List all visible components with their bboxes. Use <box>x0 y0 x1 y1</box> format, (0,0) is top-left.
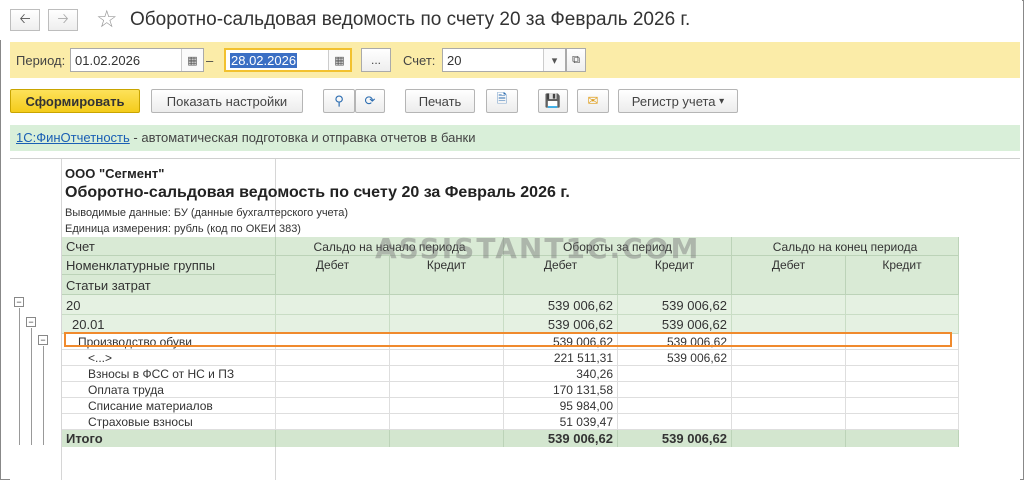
table-cell-debit: 221 511,31 <box>504 350 618 366</box>
print-button[interactable]: Печать <box>405 89 475 113</box>
account-label: Счет: <box>403 53 436 68</box>
header-cost-items: Статьи затрат <box>62 275 276 295</box>
unit-text: Единица измерения: рубль (код по ОКЕИ 38… <box>65 223 301 235</box>
preview-icon: 🗎 <box>496 91 508 106</box>
search-refresh-icon: ⟳ <box>364 93 376 108</box>
arrow-left-icon: 🡠 <box>19 10 31 26</box>
table-row-name: <...> <box>62 350 276 366</box>
total-credit: 539 006,62 <box>618 430 732 447</box>
table-row-name: 20 <box>62 295 276 315</box>
table-cell-debit: 340,26 <box>504 366 618 382</box>
account-value: 20 <box>447 53 462 68</box>
header-closing-balance: Сальдо на конец периода <box>732 237 959 256</box>
info-bar: 1С:ФинОтчетность - автоматическая подгот… <box>10 125 1020 151</box>
preview-button[interactable]: 🗎 <box>486 89 518 113</box>
company-name: ООО "Сегмент" <box>65 166 165 181</box>
calendar-icon[interactable]: ▦ <box>328 50 350 70</box>
footer-divider <box>275 447 276 480</box>
table-cell-debit: 170 131,58 <box>504 382 618 398</box>
watermark: ASSISTANT1C.COM <box>375 232 701 265</box>
search-button[interactable]: ⚲ <box>323 89 355 113</box>
show-settings-button[interactable]: Показать настройки <box>151 89 303 113</box>
email-button[interactable]: ✉ <box>577 89 609 113</box>
forward-button[interactable]: 🡢 <box>48 9 78 31</box>
window-title: Оборотно-сальдовая ведомость по счету 20… <box>130 9 691 30</box>
output-data-text: Выводимые данные: БУ (данные бухгалтерск… <box>65 207 348 219</box>
table-cell-credit <box>618 398 732 414</box>
table-row-name: Оплата труда <box>62 382 276 398</box>
table-cell-debit: 51 039,47 <box>504 414 618 430</box>
table-cell-credit: 539 006,62 <box>618 350 732 366</box>
table-cell-credit <box>618 366 732 382</box>
selected-row-highlight <box>64 332 952 347</box>
generate-button[interactable]: Сформировать <box>10 89 140 113</box>
table-cell-credit <box>618 382 732 398</box>
header-closing-debit: Дебет <box>732 256 846 295</box>
calendar-icon[interactable]: ▦ <box>181 49 203 71</box>
search-icon: ⚲ <box>334 93 344 108</box>
report-title: Оборотно-сальдовая ведомость по счету 20… <box>65 184 570 201</box>
period-to-field[interactable]: 28.02.2026 ▦ <box>224 48 352 72</box>
save-icon: 💾 <box>544 93 562 108</box>
total-debit: 539 006,62 <box>504 430 618 447</box>
header-account: Счет <box>62 237 276 256</box>
open-account-button[interactable]: ⧉ <box>566 48 586 72</box>
table-cell-debit: 539 006,62 <box>504 295 618 315</box>
table-row-name: Страховые взносы <box>62 414 276 430</box>
save-button[interactable]: 💾 <box>538 89 568 113</box>
period-label: Период: <box>16 53 66 68</box>
back-button[interactable]: 🡠 <box>10 9 40 31</box>
period-bar: Период: 01.02.2026 ▦ – 28.02.2026 ▦ ... … <box>10 42 1020 78</box>
account-field[interactable]: 20 ▾ <box>442 48 566 72</box>
star-icon[interactable]: ☆ <box>96 6 118 34</box>
collapse-icon[interactable]: − <box>14 297 24 307</box>
header-nomenclature: Номенклатурные группы <box>62 256 276 275</box>
period-from-value: 01.02.2026 <box>75 53 141 68</box>
table-row-name: Взносы в ФСС от НС и ПЗ <box>62 366 276 382</box>
header-closing-credit: Кредит <box>846 256 959 295</box>
period-to-value: 28.02.2026 <box>230 53 298 68</box>
chevron-down-icon[interactable]: ▾ <box>543 49 565 71</box>
search-settings-button[interactable]: ⟳ <box>355 89 385 113</box>
report-area[interactable]: ООО "Сегмент" Оборотно-сальдовая ведомос… <box>10 158 1020 480</box>
register-button[interactable]: Регистр учета ▾ <box>618 89 738 113</box>
chevron-down-icon: ▾ <box>719 95 725 107</box>
table-row-name: Списание материалов <box>62 398 276 414</box>
header-opening-debit: Дебет <box>276 256 390 295</box>
collapse-icon[interactable]: − <box>26 317 36 327</box>
envelope-icon: ✉ <box>587 93 599 108</box>
title-bar: 🡠 🡢 ☆ Оборотно-сальдовая ведомость по сч… <box>0 0 1022 40</box>
total-row-label: Итого <box>62 430 276 447</box>
table-cell-credit <box>618 414 732 430</box>
period-from-field[interactable]: 01.02.2026 ▦ <box>70 48 204 72</box>
info-text: - автоматическая подготовка и отправка о… <box>129 130 476 145</box>
arrow-right-icon: 🡢 <box>57 10 69 26</box>
open-icon: ⧉ <box>572 53 580 66</box>
collapse-icon[interactable]: − <box>38 335 48 345</box>
period-dash: – <box>206 53 214 68</box>
period-select-button[interactable]: ... <box>361 48 391 72</box>
table-cell-credit: 539 006,62 <box>618 295 732 315</box>
table-cell-debit: 95 984,00 <box>504 398 618 414</box>
finotchetnost-link[interactable]: 1С:ФинОтчетность <box>16 130 130 145</box>
